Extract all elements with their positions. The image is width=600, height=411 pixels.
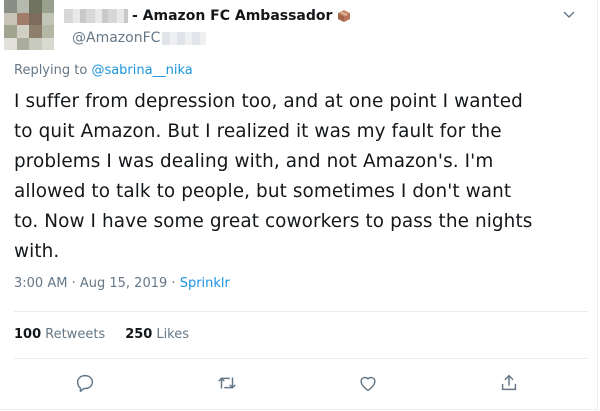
tweet-meta: 3:00 AM · Aug 15, 2019 · Sprinklr: [14, 276, 230, 291]
redacted-handle: [162, 31, 207, 45]
reply-prefix: Replying to: [14, 63, 88, 78]
retweet-icon[interactable]: [216, 372, 238, 394]
retweets-count: 100: [14, 327, 42, 342]
meta-separator: ·: [71, 276, 76, 291]
tweet-text-line: to. Now I have some great coworkers to p…: [14, 211, 533, 232]
avatar[interactable]: [4, 0, 54, 50]
divider: [14, 358, 588, 359]
tweet-card: - Amazon FC Ambassador @AmazonFC Replyin…: [0, 0, 598, 410]
reply-mention-link[interactable]: @sabrina__nika: [91, 63, 192, 78]
author-handle-row[interactable]: @AmazonFC: [72, 29, 207, 47]
action-bar: [0, 372, 600, 396]
likes-stat[interactable]: 250 Likes: [125, 327, 189, 342]
meta-separator: ·: [171, 276, 176, 291]
reply-icon[interactable]: [74, 372, 96, 394]
package-box-icon: [337, 9, 351, 23]
retweets-stat[interactable]: 100 Retweets: [14, 327, 105, 342]
tweet-text-line: to quit Amazon. But I realized it was my…: [14, 121, 502, 142]
tweet-text-line: problems I was dealing with, and not Ama…: [14, 151, 494, 172]
reply-context: Replying to @sabrina__nika: [14, 63, 193, 78]
chevron-down-icon[interactable]: [561, 6, 577, 22]
source-link[interactable]: Sprinklr: [180, 276, 230, 291]
tweet-stats: 100 Retweets 250 Likes: [14, 327, 209, 342]
heart-icon[interactable]: [357, 372, 379, 394]
author-name-row[interactable]: - Amazon FC Ambassador: [64, 6, 351, 26]
share-icon[interactable]: [498, 372, 520, 394]
tweet-date[interactable]: Aug 15, 2019: [80, 276, 167, 291]
likes-count: 250: [125, 327, 153, 342]
tweet-time[interactable]: 3:00 AM: [14, 276, 67, 291]
handle[interactable]: @AmazonFC: [72, 30, 160, 46]
tweet-text: I suffer from depression too, and at one…: [14, 87, 594, 267]
likes-label: Likes: [156, 327, 190, 342]
tweet-text-line: with.: [14, 241, 60, 262]
redacted-name: [64, 9, 128, 23]
tweet-text-line: allowed to talk to people, but sometimes…: [14, 181, 512, 202]
divider: [14, 311, 588, 312]
tweet-text-line: I suffer from depression too, and at one…: [14, 91, 523, 112]
retweets-label: Retweets: [45, 327, 106, 342]
display-name[interactable]: - Amazon FC Ambassador: [132, 8, 332, 24]
